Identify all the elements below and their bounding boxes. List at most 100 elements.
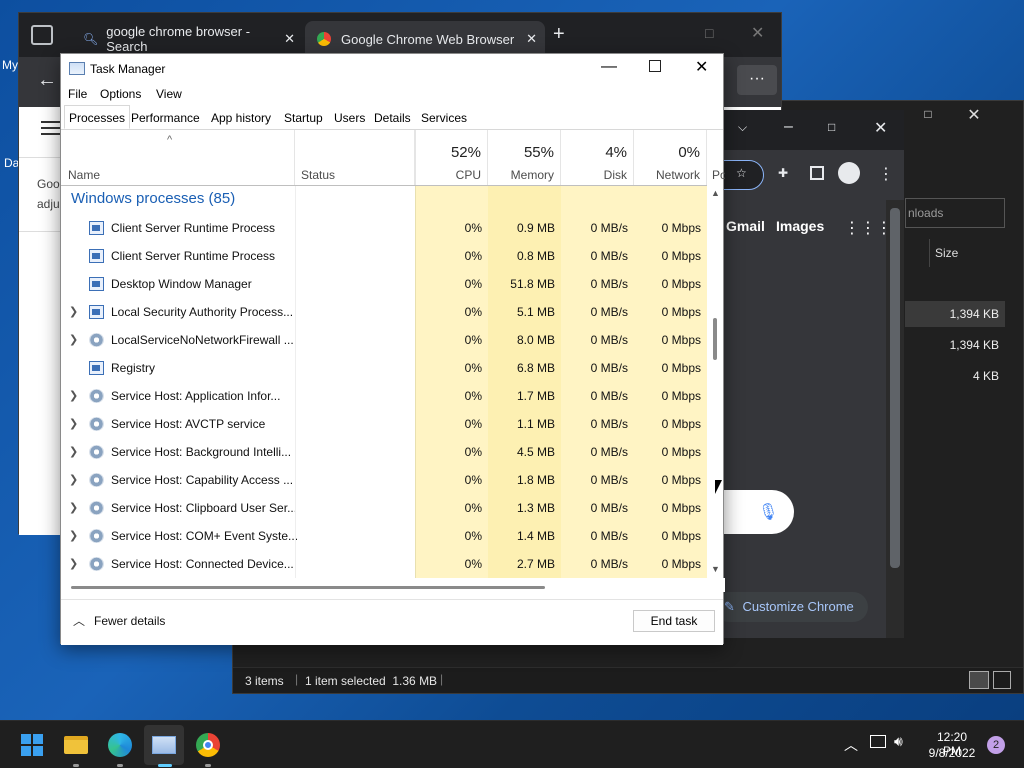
- table-row[interactable]: ❯ Local Security Authority Process... 0% 5.…: [61, 298, 707, 326]
- close-tab-icon[interactable]: ✕: [284, 31, 295, 47]
- tab-actions-icon[interactable]: [31, 25, 53, 45]
- table-row[interactable]: ❯ Service Host: Capability Access ... 0% 1.…: [61, 466, 707, 494]
- chrome-scrollbar[interactable]: [886, 200, 904, 638]
- close-icon[interactable]: ✕: [874, 118, 887, 138]
- taskbar-file-explorer[interactable]: [56, 725, 96, 765]
- column-header-status[interactable]: Status: [295, 130, 415, 186]
- scroll-up-icon[interactable]: ▲: [711, 188, 720, 198]
- gmail-link[interactable]: Gmail: [726, 218, 765, 234]
- tab-processes[interactable]: Processes: [64, 105, 131, 129]
- hamburger-menu-icon[interactable]: [41, 121, 61, 135]
- menu-file[interactable]: File: [68, 87, 87, 101]
- end-task-button[interactable]: End task: [633, 610, 715, 632]
- file-size-cell[interactable]: 1,394 KB: [905, 301, 1005, 327]
- extensions-icon[interactable]: ✚: [778, 166, 788, 180]
- details-view-icon[interactable]: [969, 671, 989, 689]
- expand-chevron-icon[interactable]: ❯: [69, 522, 78, 550]
- table-row[interactable]: Client Server Runtime Process 0% 0.9 MB 0 M…: [61, 214, 707, 242]
- microphone-icon[interactable]: 🎙︎: [758, 502, 778, 522]
- menu-view[interactable]: View: [156, 87, 182, 101]
- scroll-thumb[interactable]: [713, 318, 717, 360]
- expand-chevron-icon[interactable]: ❯: [69, 494, 78, 522]
- column-header-disk[interactable]: 4% Disk: [561, 130, 634, 186]
- table-row[interactable]: ❯ Service Host: Clipboard User Ser... 0% 1.…: [61, 494, 707, 522]
- expand-chevron-icon[interactable]: ❯: [69, 410, 78, 438]
- bookmark-star-icon[interactable]: ☆: [736, 166, 747, 180]
- table-row[interactable]: Desktop Window Manager 0% 51.8 MB 0 MB/s 0 M…: [61, 270, 707, 298]
- tab-details[interactable]: Details: [370, 106, 415, 130]
- profile-avatar-icon[interactable]: [838, 162, 860, 184]
- notification-badge[interactable]: 2: [987, 736, 1005, 754]
- column-header-size[interactable]: Size: [929, 239, 1009, 267]
- taskbar-edge[interactable]: [100, 725, 140, 765]
- start-button[interactable]: [12, 725, 52, 765]
- vertical-scrollbar[interactable]: ▲ ▼: [708, 186, 723, 578]
- volume-icon[interactable]: 🔊︎: [894, 733, 903, 750]
- scroll-down-icon[interactable]: ▼: [711, 564, 720, 574]
- fewer-details-link[interactable]: Fewer details: [94, 614, 165, 628]
- menu-dots-icon[interactable]: ···: [737, 65, 777, 95]
- table-row[interactable]: ❯ Service Host: AVCTP service 0% 1.1 MB 0 MB…: [61, 410, 707, 438]
- process-name: Service Host: Connected Device...: [111, 557, 294, 571]
- expand-chevron-icon[interactable]: ❯: [69, 438, 78, 466]
- menu-options[interactable]: Options: [100, 87, 141, 101]
- tab-startup[interactable]: Startup: [280, 106, 327, 130]
- expand-chevron-icon[interactable]: ❯: [69, 298, 78, 326]
- horizontal-scrollbar[interactable]: [61, 578, 725, 592]
- tab-performance[interactable]: Performance: [127, 106, 204, 130]
- clock-date[interactable]: 9/8/2022: [926, 746, 978, 760]
- chevron-up-icon[interactable]: ︿: [73, 612, 85, 629]
- scroll-thumb[interactable]: [71, 586, 545, 589]
- chevron-down-icon[interactable]: ⌵: [738, 120, 747, 135]
- group-header[interactable]: Windows processes (85): [61, 186, 707, 214]
- taskbar-task-manager[interactable]: [144, 725, 184, 765]
- desktop-icon-label[interactable]: My: [2, 58, 18, 72]
- tab-services[interactable]: Services: [417, 106, 471, 130]
- table-row[interactable]: ❯ Service Host: Application Infor... 0% 1.7…: [61, 382, 707, 410]
- explorer-search-input[interactable]: nloads: [905, 198, 1005, 228]
- maximize-icon[interactable]: □: [705, 25, 713, 41]
- table-row[interactable]: ❯ Service Host: COM+ Event Syste... 0% 1.4 …: [61, 522, 707, 550]
- back-arrow-icon[interactable]: ←: [37, 69, 57, 92]
- tiles-view-icon[interactable]: [993, 671, 1011, 689]
- column-header-network[interactable]: 0% Network: [634, 130, 707, 186]
- file-size-cell[interactable]: 1,394 KB: [905, 332, 1005, 358]
- table-row[interactable]: Client Server Runtime Process 0% 0.8 MB 0 M…: [61, 242, 707, 270]
- task-manager-titlebar[interactable]: Task Manager — ✕: [61, 54, 723, 84]
- new-tab-icon[interactable]: +: [553, 23, 565, 46]
- column-header-cpu[interactable]: 52% CPU: [415, 130, 488, 186]
- maximize-icon[interactable]: □: [828, 120, 835, 134]
- taskbar-chrome[interactable]: [188, 725, 228, 765]
- minimize-icon[interactable]: –: [784, 118, 793, 136]
- tab-users[interactable]: Users: [330, 106, 369, 130]
- expand-chevron-icon[interactable]: ❯: [69, 466, 78, 494]
- tab-app-history[interactable]: App history: [207, 106, 275, 130]
- tab-search[interactable]: 🔍︎ google chrome browser - Search ✕: [71, 21, 303, 57]
- column-header-memory[interactable]: 55% Memory: [488, 130, 561, 186]
- chevron-up-icon[interactable]: ︿: [844, 735, 858, 755]
- column-header-name[interactable]: ^ Name: [61, 130, 295, 186]
- close-tab-icon[interactable]: ✕: [526, 31, 537, 47]
- file-size-cell[interactable]: 4 KB: [905, 363, 1005, 389]
- table-row[interactable]: Registry 0% 6.8 MB 0 MB/s 0 Mbps: [61, 354, 707, 382]
- close-icon[interactable]: ✕: [959, 105, 989, 125]
- close-icon[interactable]: ✕: [751, 23, 764, 43]
- maximize-icon[interactable]: [649, 60, 661, 72]
- images-link[interactable]: Images: [776, 218, 824, 234]
- table-row[interactable]: ❯ Service Host: Connected Device... 0% 2.7 …: [61, 550, 707, 578]
- minimize-icon[interactable]: —: [601, 58, 617, 76]
- tab-chrome-web-browser[interactable]: Google Chrome Web Browser ✕: [305, 21, 545, 57]
- column-header-power[interactable]: Po: [707, 130, 725, 186]
- table-row[interactable]: ❯ LocalServiceNoNetworkFirewall ... 0% 8.0 …: [61, 326, 707, 354]
- table-row[interactable]: ❯ Service Host: Background Intelli... 0% 4.…: [61, 438, 707, 466]
- side-panel-icon[interactable]: [810, 166, 824, 180]
- expand-chevron-icon[interactable]: ❯: [69, 550, 78, 578]
- customize-chrome-button[interactable]: ✎ Customize Chrome: [714, 592, 868, 622]
- expand-chevron-icon[interactable]: ❯: [69, 382, 78, 410]
- close-icon[interactable]: ✕: [695, 57, 708, 77]
- maximize-icon[interactable]: □: [913, 107, 943, 121]
- expand-chevron-icon[interactable]: ❯: [69, 326, 78, 354]
- network-icon[interactable]: [870, 735, 886, 748]
- menu-dots-icon[interactable]: ⋮: [878, 164, 894, 184]
- apps-grid-icon[interactable]: ⋮⋮⋮: [844, 218, 892, 238]
